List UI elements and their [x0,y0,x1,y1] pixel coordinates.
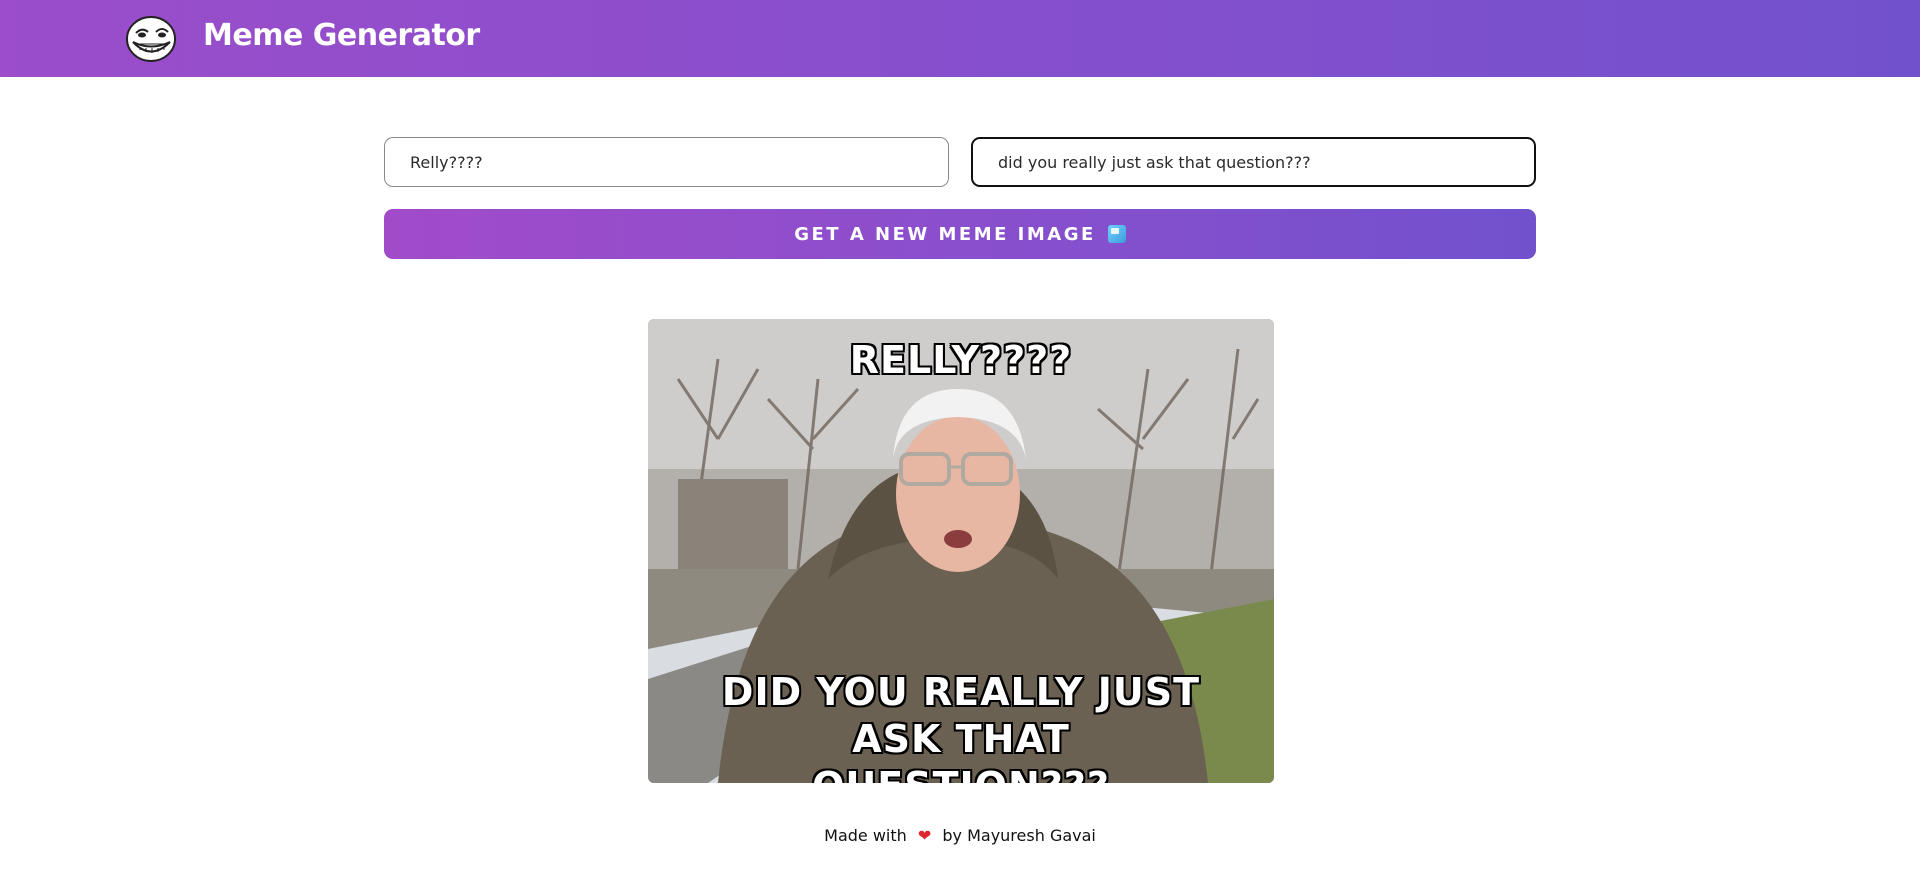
footer-prefix: Made with [824,826,907,845]
meme-bottom-caption: did you really just ask that question??? [721,670,1201,783]
troll-face-icon [126,16,176,62]
footer-credit: Made with ❤ by Mayuresh Gavai [0,826,1920,845]
meme-image: Relly???? did you really just ask that q… [648,319,1274,783]
framed-picture-icon [1107,225,1126,243]
app-title: Meme Generator [203,18,480,53]
top-text-input[interactable] [384,137,949,187]
bottom-text-input[interactable] [971,137,1536,187]
app-header: Meme Generator [0,0,1920,77]
heart-icon: ❤ [917,826,932,845]
get-new-meme-label: GET A NEW MEME IMAGE [794,223,1096,245]
meme-top-caption: Relly???? [849,338,1073,382]
footer-author: by Mayuresh Gavai [942,826,1096,845]
get-new-meme-button[interactable]: GET A NEW MEME IMAGE [384,209,1536,259]
